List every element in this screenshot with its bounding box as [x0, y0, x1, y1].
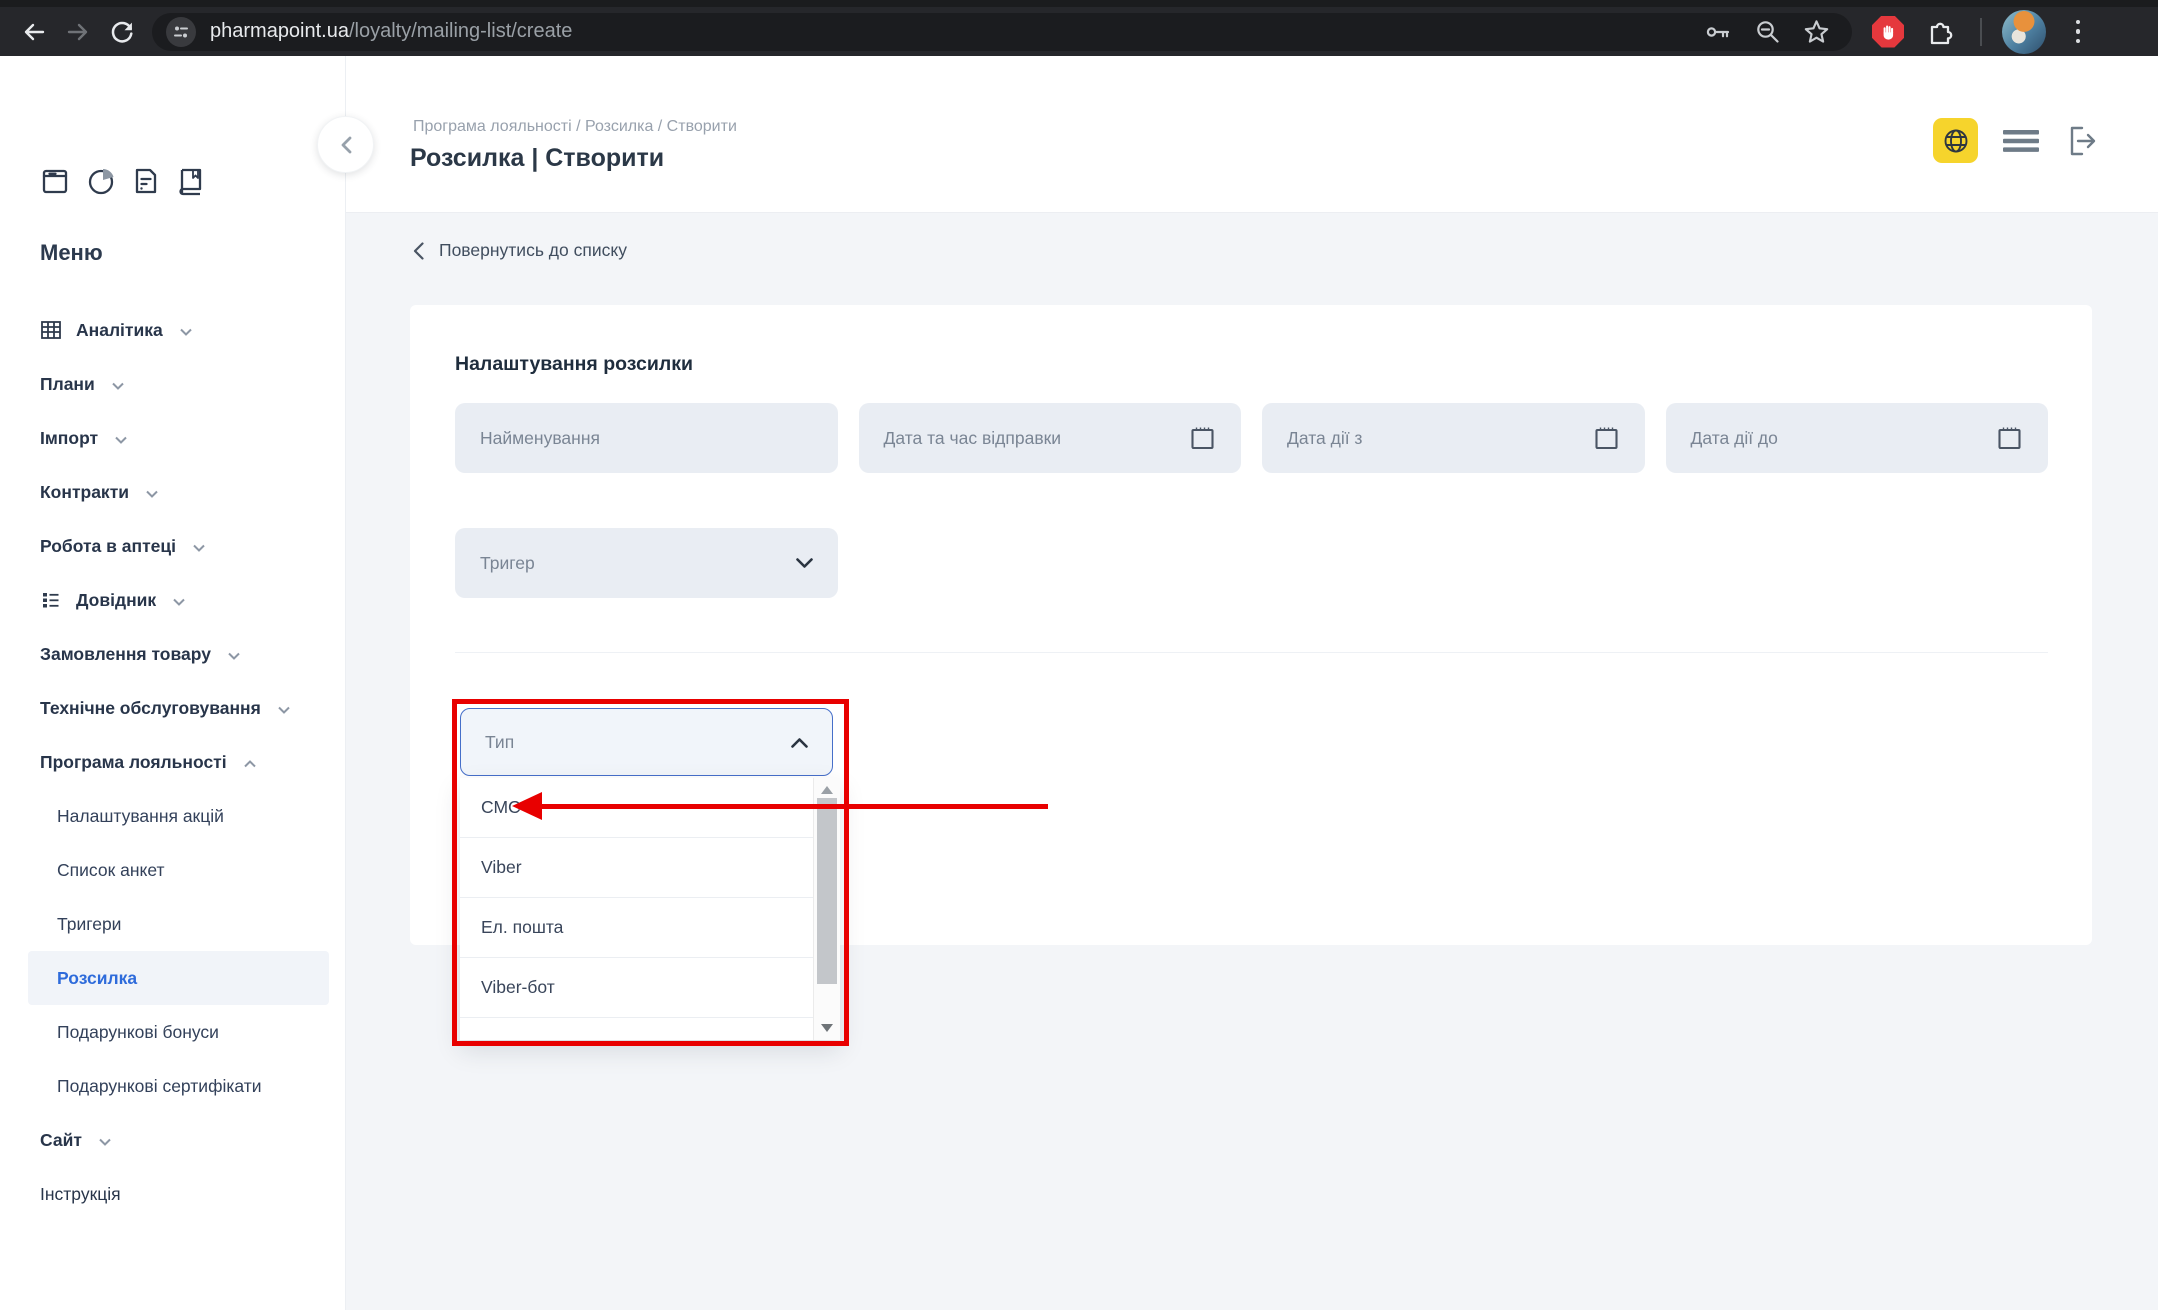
- zoom-out-icon[interactable]: [1754, 18, 1781, 45]
- forward-icon[interactable]: [56, 10, 100, 54]
- password-key-icon[interactable]: [1704, 18, 1732, 46]
- dropdown-scrollbar[interactable]: [813, 778, 840, 1040]
- archive-box-icon[interactable]: [40, 166, 70, 196]
- calendar-icon[interactable]: [1593, 424, 1620, 452]
- globe-icon: [1941, 126, 1971, 156]
- chevron-down-icon: [99, 1138, 111, 1146]
- sidebar-item-maintenance[interactable]: Технічне обслуговування: [0, 681, 345, 735]
- adblock-extension-icon[interactable]: [1872, 16, 1904, 48]
- dropdown-option-viber-bot[interactable]: Viber-бот: [460, 958, 813, 1018]
- address-bar[interactable]: pharmapoint.ua/loyalty/mailing-list/crea…: [152, 13, 1852, 51]
- table-grid-icon: [40, 319, 62, 341]
- chevron-up-icon: [791, 737, 808, 748]
- chevron-down-icon: [180, 328, 192, 336]
- sidebar-item-label: Аналітика: [76, 320, 163, 341]
- site-info-icon[interactable]: [166, 17, 196, 47]
- sidebar: Меню Аналітика Плани Імпорт Контракти Ро…: [0, 56, 346, 1310]
- page-header: Програма лояльності / Розсилка / Створит…: [346, 56, 2158, 213]
- chevron-down-icon: [115, 436, 127, 444]
- card-divider: [455, 652, 2048, 653]
- scroll-down-arrow-icon[interactable]: [821, 1024, 833, 1032]
- chevron-down-icon: [278, 706, 290, 714]
- chevron-up-icon: [244, 760, 256, 768]
- chevron-down-icon: [228, 652, 240, 660]
- sidebar-item-questionnaires[interactable]: Список анкет: [0, 843, 345, 897]
- bookmark-star-icon[interactable]: [1803, 18, 1830, 45]
- name-input-field[interactable]: [480, 428, 813, 449]
- sidebar-item-triggers[interactable]: Тригери: [0, 897, 345, 951]
- date-to-input[interactable]: Дата дії до: [1666, 403, 2049, 473]
- chevron-down-icon: [193, 544, 205, 552]
- sidebar-quick-icons: [40, 166, 206, 196]
- scrollbar-thumb[interactable]: [817, 798, 837, 984]
- chevron-down-icon: [112, 382, 124, 390]
- sidebar-item-plans[interactable]: Плани: [0, 357, 345, 411]
- document-icon[interactable]: [132, 166, 160, 196]
- pie-chart-icon[interactable]: [86, 166, 116, 196]
- language-globe-button[interactable]: [1933, 118, 1978, 163]
- url-text[interactable]: pharmapoint.ua/loyalty/mailing-list/crea…: [210, 20, 572, 43]
- page-title: Розсилка | Створити: [410, 144, 664, 173]
- chevron-down-icon: [796, 558, 813, 569]
- sidebar-item-analytics[interactable]: Аналітика: [0, 303, 345, 357]
- sidebar-item-directory[interactable]: Довідник: [0, 573, 345, 627]
- sidebar-item-mailing-active[interactable]: Розсилка: [28, 951, 329, 1005]
- url-path: /loyalty/mailing-list/create: [349, 20, 572, 42]
- breadcrumb[interactable]: Програма лояльності / Розсилка / Створит…: [413, 118, 737, 136]
- back-to-list-link[interactable]: Повернутись до списку: [413, 240, 627, 261]
- sidebar-item-promo-settings[interactable]: Налаштування акцій: [0, 789, 345, 843]
- sidebar-item-import[interactable]: Імпорт: [0, 411, 345, 465]
- back-icon[interactable]: [12, 10, 56, 54]
- logout-icon[interactable]: [2064, 123, 2100, 159]
- chevron-down-icon: [146, 490, 158, 498]
- sidebar-item-gift-certificates[interactable]: Подарункові сертифікати: [0, 1059, 345, 1113]
- sidebar-item-site[interactable]: Сайт: [0, 1113, 345, 1167]
- date-from-input[interactable]: Дата дії з: [1262, 403, 1645, 473]
- dropdown-option-viber[interactable]: Viber: [460, 838, 813, 898]
- send-datetime-input[interactable]: Дата та час відправки: [859, 403, 1242, 473]
- scroll-up-arrow-icon[interactable]: [821, 786, 833, 794]
- url-host: pharmapoint.ua: [210, 20, 349, 42]
- chevron-left-icon: [340, 136, 352, 154]
- profile-avatar[interactable]: [2002, 10, 2046, 54]
- tab-strip: [0, 0, 2158, 7]
- fields-row: Дата та час відправки Дата дії з Дата ді…: [455, 403, 2048, 473]
- sidebar-collapse-button[interactable]: [317, 116, 374, 173]
- header-actions: [1933, 118, 2100, 163]
- sidebar-item-loyalty-program[interactable]: Програма лояльності: [0, 735, 345, 789]
- name-input[interactable]: [455, 403, 838, 473]
- hamburger-menu-icon[interactable]: [2002, 127, 2040, 155]
- reload-icon[interactable]: [100, 10, 144, 54]
- sidebar-item-instruction[interactable]: Інструкція: [0, 1167, 345, 1221]
- sidebar-item-gift-bonuses[interactable]: Подарункові бонуси: [0, 1005, 345, 1059]
- browser-menu-icon[interactable]: [2066, 20, 2090, 44]
- browser-chrome: pharmapoint.ua/loyalty/mailing-list/crea…: [0, 0, 2158, 56]
- extensions-puzzle-icon[interactable]: [1926, 17, 1956, 47]
- sidebar-menu: Аналітика Плани Імпорт Контракти Робота …: [0, 303, 345, 1221]
- book-icon[interactable]: [176, 166, 206, 196]
- type-dropdown-list: СМС Viber Ел. пошта Viber-бот: [460, 778, 840, 1040]
- chevron-down-icon: [173, 598, 185, 606]
- toolbar-separator: [1980, 18, 1982, 46]
- type-select[interactable]: Тип: [460, 708, 833, 776]
- trigger-select[interactable]: Тригер: [455, 528, 838, 598]
- calendar-icon[interactable]: [1189, 424, 1216, 452]
- browser-toolbar: pharmapoint.ua/loyalty/mailing-list/crea…: [0, 7, 2158, 56]
- calendar-icon[interactable]: [1996, 424, 2023, 452]
- sidebar-item-goods-order[interactable]: Замовлення товару: [0, 627, 345, 681]
- sidebar-item-contracts[interactable]: Контракти: [0, 465, 345, 519]
- chevron-left-icon: [413, 242, 424, 260]
- dropdown-option-email[interactable]: Ел. пошта: [460, 898, 813, 958]
- list-icon: [40, 589, 62, 611]
- sidebar-item-pharmacy-work[interactable]: Робота в аптеці: [0, 519, 345, 573]
- dropdown-option-sms[interactable]: СМС: [460, 778, 813, 838]
- menu-title: Меню: [40, 240, 103, 266]
- card-title: Налаштування розсилки: [455, 353, 693, 376]
